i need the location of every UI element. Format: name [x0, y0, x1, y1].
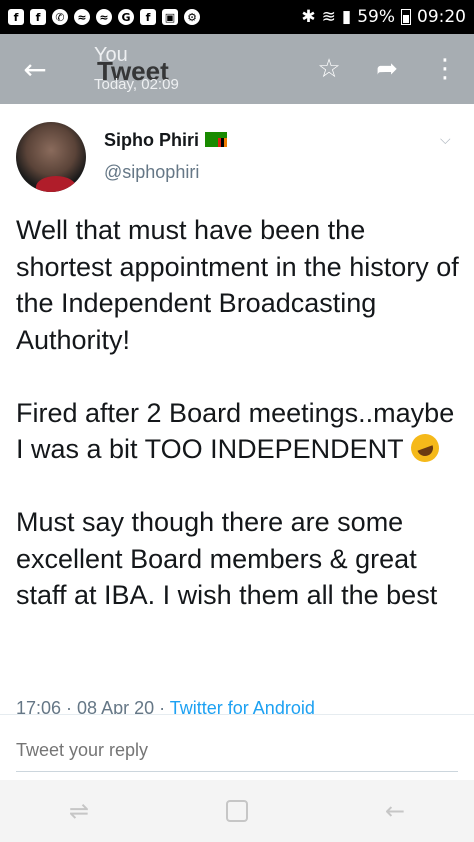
facebook-icon: f	[8, 9, 24, 25]
system-status: ✱ ≋ ▮ 59% 09:20	[301, 7, 466, 27]
tweet-date: 08 Apr 20	[77, 698, 155, 714]
gallery-icon: ▣	[162, 9, 178, 25]
more-vertical-icon: ⋮	[432, 54, 458, 84]
arrow-left-icon: ←	[23, 52, 47, 86]
chevron-down-icon[interactable]: ⌵	[440, 132, 451, 148]
author-handle[interactable]: @siphophiri	[104, 162, 199, 183]
facebook-icon: f	[140, 9, 156, 25]
google-icon: G	[118, 9, 134, 25]
tweet-paragraph-text: Fired after 2 Board meetings..maybe I wa…	[16, 397, 455, 465]
signal-icon: ▮	[341, 7, 352, 27]
whatsapp-icon: ✆	[52, 9, 68, 25]
tweet-source-link[interactable]: Twitter for Android	[170, 698, 315, 714]
meta-separator: ·	[154, 698, 170, 714]
star-icon: ☆	[317, 54, 341, 84]
back-button[interactable]: ←	[0, 34, 70, 104]
divider	[0, 714, 474, 715]
avatar[interactable]	[16, 122, 86, 192]
reply-input[interactable]	[16, 730, 458, 772]
system-back-button[interactable]: ←	[365, 780, 425, 842]
title-block: You Tweet Today, 02:09	[70, 34, 270, 104]
recents-icon: ⇌	[68, 797, 90, 825]
tweet-paragraph: Well that must have been the shortest ap…	[16, 215, 459, 355]
tweet-paragraph: Must say though there are some excellent…	[16, 507, 438, 610]
tweet-time: 17:06	[16, 698, 62, 714]
app-bar-actions: ☆ ➦ ⋮	[300, 34, 474, 104]
share-icon: ➦	[376, 54, 398, 84]
back-icon: ←	[384, 797, 406, 825]
overflow-menu-button[interactable]: ⋮	[416, 34, 474, 104]
wifi-icon: ≋	[321, 7, 336, 27]
zambia-flag-icon	[205, 132, 228, 147]
messenger-icon: ≈	[96, 9, 112, 25]
clock: 09:20	[417, 7, 466, 27]
messenger-icon: ≈	[74, 9, 90, 25]
app-bar: ← You Tweet Today, 02:09 ☆ ➦ ⋮	[0, 34, 474, 104]
favorite-button[interactable]: ☆	[300, 34, 358, 104]
rolling-laughing-emoji-icon	[406, 430, 443, 466]
status-bar: f f ✆ ≈ ≈ G f ▣ ⚙ ✱ ≋ ▮ 59% 09:20	[0, 0, 474, 34]
bluetooth-icon: ✱	[301, 7, 316, 27]
author-name-text: Sipho Phiri	[104, 130, 200, 150]
tweet-paragraph: Fired after 2 Board meetings..maybe I wa…	[16, 395, 466, 468]
recents-button[interactable]: ⇌	[49, 780, 109, 842]
battery-icon	[401, 9, 411, 25]
tweet-meta: 17:06 · 08 Apr 20 · Twitter for Android	[16, 698, 315, 714]
tweet-text: Well that must have been the shortest ap…	[16, 212, 466, 614]
page-subtitle-time: Today, 02:09	[94, 76, 179, 93]
settings-icon: ⚙	[184, 9, 200, 25]
author-name[interactable]: Sipho Phiri	[104, 130, 228, 151]
home-button[interactable]	[207, 780, 267, 842]
notification-icons: f f ✆ ≈ ≈ G f ▣ ⚙	[8, 9, 200, 25]
meta-separator: ·	[61, 698, 78, 714]
home-icon	[226, 800, 248, 822]
facebook-icon: f	[30, 9, 46, 25]
share-button[interactable]: ➦	[358, 34, 416, 104]
battery-percent: 59%	[357, 7, 395, 27]
system-nav-bar: ⇌ ←	[0, 780, 474, 842]
